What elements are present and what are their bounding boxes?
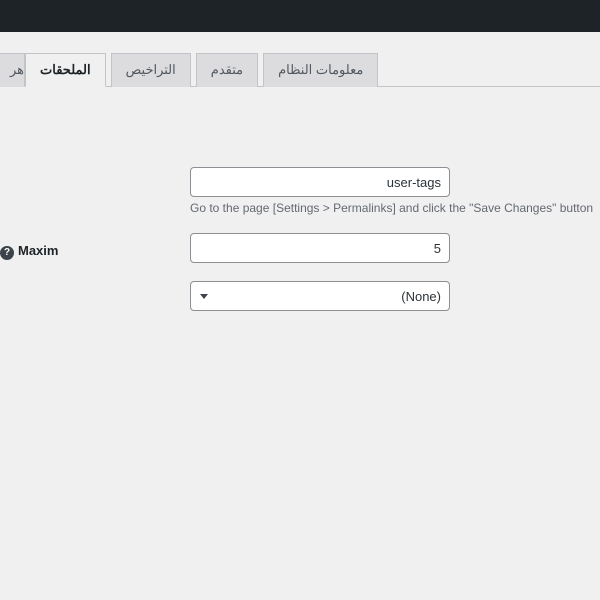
settings-tabs: هر الملحقات التراخيص متقدم معلومات النظا…	[0, 52, 600, 87]
admin-topbar	[0, 0, 600, 32]
max-input[interactable]	[190, 233, 450, 263]
settings-panel: هر الملحقات التراخيص متقدم معلومات النظا…	[0, 32, 600, 311]
tab-partial[interactable]: هر	[0, 53, 25, 87]
help-icon[interactable]: ?	[0, 246, 14, 260]
tab-system-info[interactable]: معلومات النظام	[263, 53, 378, 87]
slug-hint: Go to the page [Settings > Permalinks] a…	[190, 201, 600, 215]
tab-extensions[interactable]: الملحقات	[25, 53, 106, 87]
tab-licenses[interactable]: التراخيص	[111, 53, 191, 87]
max-label: ?Maxim	[0, 237, 190, 260]
form-area: x Go to the page [Settings > Permalinks]…	[0, 87, 600, 311]
option-select[interactable]: (None)	[190, 281, 450, 311]
slug-input[interactable]	[190, 167, 450, 197]
tab-advanced[interactable]: متقدم	[196, 53, 258, 87]
